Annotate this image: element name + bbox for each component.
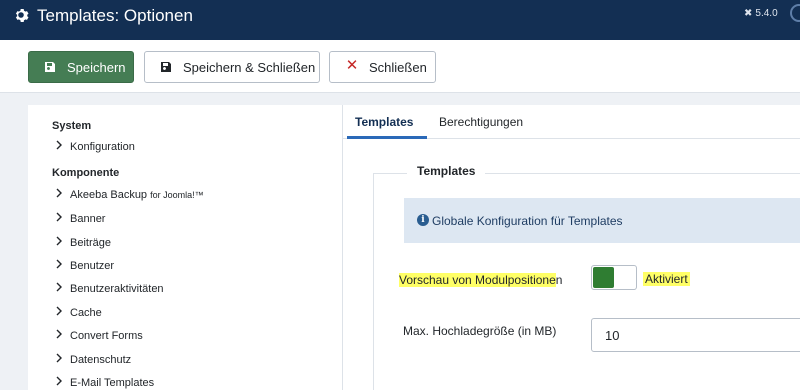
chevron-right-icon [55,353,65,366]
sidebar-heading-komponente: Komponente [52,167,120,179]
toolbar: Speichern Speichern & Schließen ✕ Schlie… [0,40,800,93]
user-menu-icon[interactable] [790,4,800,22]
tab-berechtigungen[interactable]: Berechtigungen [439,115,523,129]
info-alert: i Globale Konfiguration für Templates [404,198,800,243]
joomla-icon: ✖ [744,8,753,19]
toggle-knob [593,267,614,288]
app-header: Templates: Optionen ✖ 5.4.0 [0,0,800,40]
close-icon: ✕ [345,57,359,74]
sidebar-item-konfiguration[interactable]: Konfiguration [55,140,135,153]
sidebar-item-benutzeraktivitaeten[interactable]: Benutzeraktivitäten [55,282,164,295]
chevron-right-icon [55,188,65,201]
preview-positions-label: Vorschau von Modulpositionen [399,273,562,287]
sidebar-item-label: Cache [70,306,102,319]
fieldset-legend: Templates [407,164,486,178]
sidebar: System Konfiguration Komponente Akeeba B… [28,105,342,390]
sidebar-item-beitraege[interactable]: Beiträge [55,236,111,249]
active-tab-indicator [347,136,427,139]
chevron-right-icon [55,212,65,225]
save-and-close-label: Speichern & Schließen [183,60,316,75]
sidebar-item-datenschutz[interactable]: Datenschutz [55,353,131,366]
preview-label-tail: n [555,273,563,287]
sidebar-item-email-templates[interactable]: E-Mail Templates [55,376,154,389]
close-button[interactable]: ✕ Schließen [329,51,436,83]
sidebar-item-suffix: for Joomla!™ [150,189,204,200]
chevron-right-icon [55,306,65,319]
sidebar-item-banner[interactable]: Banner [55,212,105,225]
page-title: Templates: Optionen [37,6,193,25]
sidebar-item-label: E-Mail Templates [70,376,155,389]
save-and-close-button[interactable]: Speichern & Schließen [144,51,320,83]
sidebar-item-cache[interactable]: Cache [55,306,102,319]
sidebar-item-label: Akeeba Backup [70,188,148,201]
sidebar-item-label: Konfiguration [70,140,135,153]
version-text: 5.4.0 [755,8,778,19]
info-icon: i [417,214,429,226]
sidebar-item-label: Convert Forms [70,329,143,342]
sidebar-item-label: Beiträge [70,236,111,249]
preview-positions-toggle[interactable] [591,265,637,290]
save-button[interactable]: Speichern [28,51,134,83]
tab-templates[interactable]: Templates [355,115,413,129]
info-alert-text: Globale Konfiguration für Templates [432,214,623,228]
sidebar-item-benutzer[interactable]: Benutzer [55,259,114,272]
sidebar-item-akeeba-backup[interactable]: Akeeba Backup for Joomla!™ [55,188,204,201]
tab-bar: Templates Berechtigungen [343,105,800,139]
chevron-right-icon [55,140,65,153]
version-badge: ✖ 5.4.0 [744,8,778,19]
chevron-right-icon [55,376,65,389]
chevron-right-icon [55,329,65,342]
max-upload-size-label: Max. Hochladegröße (in MB) [403,324,557,338]
gear-icon [15,9,29,22]
chevron-right-icon [55,259,65,272]
main-panel: Templates Berechtigungen Templates i Glo… [342,105,800,390]
sidebar-item-label: Datenschutz [70,353,132,366]
sidebar-item-label: Banner [70,212,106,225]
chevron-right-icon [55,236,65,249]
sidebar-item-convert-forms[interactable]: Convert Forms [55,329,143,342]
sidebar-heading-system: System [52,120,92,132]
close-button-label: Schließen [369,60,427,75]
sidebar-item-label: Benutzer [70,259,115,272]
max-upload-size-input[interactable] [591,318,800,352]
save-button-label: Speichern [67,60,126,75]
floppy-disk-icon [159,60,173,74]
toggle-state-text: Aktiviert [643,272,690,286]
chevron-right-icon [55,282,65,295]
floppy-disk-icon [43,60,57,74]
preview-label-highlight: Vorschau von Modulpositione [399,273,556,287]
sidebar-item-label: Benutzeraktivitäten [70,282,164,295]
